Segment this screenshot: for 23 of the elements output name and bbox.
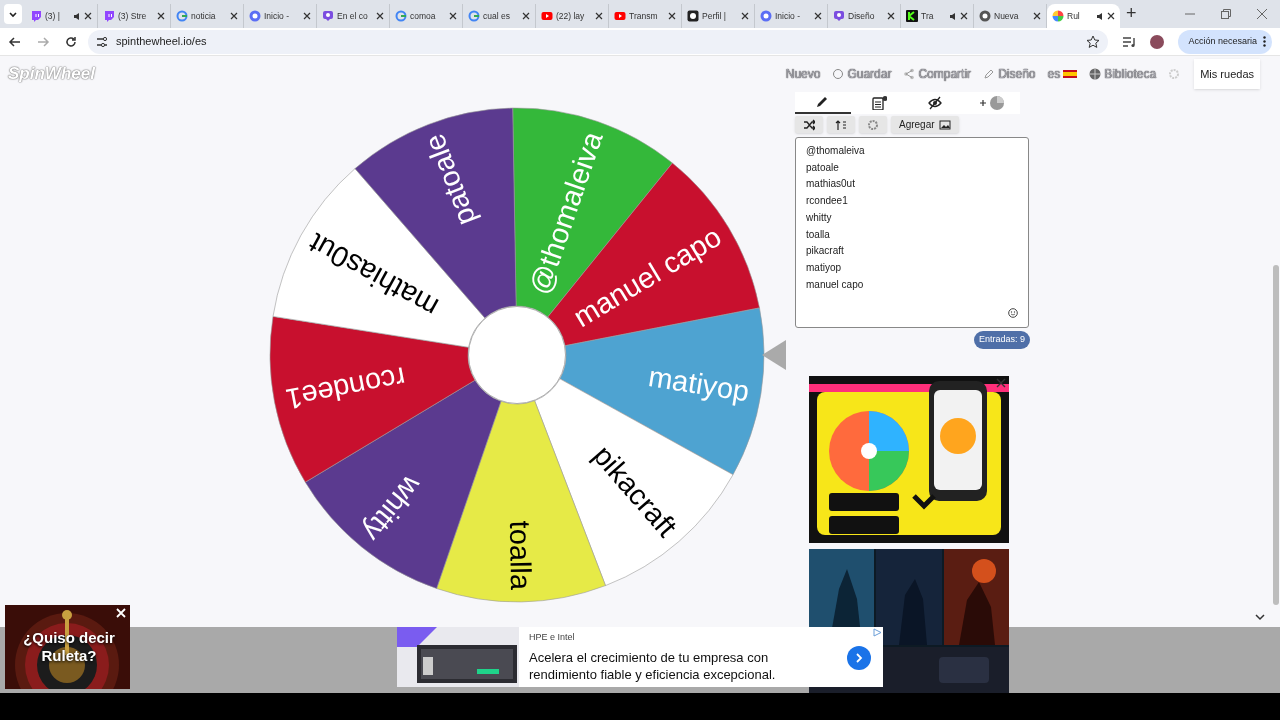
entry-line: mathias0ut — [806, 177, 856, 192]
segment-label: toalla — [503, 520, 538, 591]
entry-line: rcondee1 — [806, 194, 849, 209]
entry-line: whitty — [806, 210, 833, 225]
entry-line: toalla — [806, 227, 831, 242]
entry-line: @thomaleiva — [806, 144, 866, 158]
entries-count-badge: Entradas: 9 — [973, 331, 1030, 349]
ad-headline[interactable]: Acelera el crecimiento de tu empresa con rendimiento fiable y eficiencia excepcional. — [529, 648, 799, 683]
segment-label: rcondee1 — [283, 361, 409, 416]
ad-sponsor: HPE e Intel — [529, 631, 575, 644]
new-tab-button[interactable]: + — [1126, 4, 1137, 22]
entry-line: matiyop — [806, 260, 842, 275]
url-text: spinthewheel.io/es — [116, 34, 208, 50]
action-needed-button[interactable]: Acción necesaria — [1178, 29, 1272, 54]
segment-label: matiyop — [646, 360, 752, 408]
entry-line: pikacraft — [806, 244, 845, 259]
browser-tab[interactable]: Rul — [1047, 4, 1120, 28]
tool-button[interactable]: Agregar — [891, 116, 959, 133]
my-wheels-button[interactable]: Mis ruedas — [1194, 59, 1260, 89]
entry-line: patoale — [806, 160, 840, 175]
entries-textarea[interactable]: @thomaleiva patoale mathias0ut rcondee1 whitty toalla pikacraft matiyop manuel capo — [795, 137, 1029, 328]
entry-line: manuel capo — [806, 277, 865, 292]
address-bar[interactable]: spinthewheel.io/es — [88, 29, 1109, 54]
